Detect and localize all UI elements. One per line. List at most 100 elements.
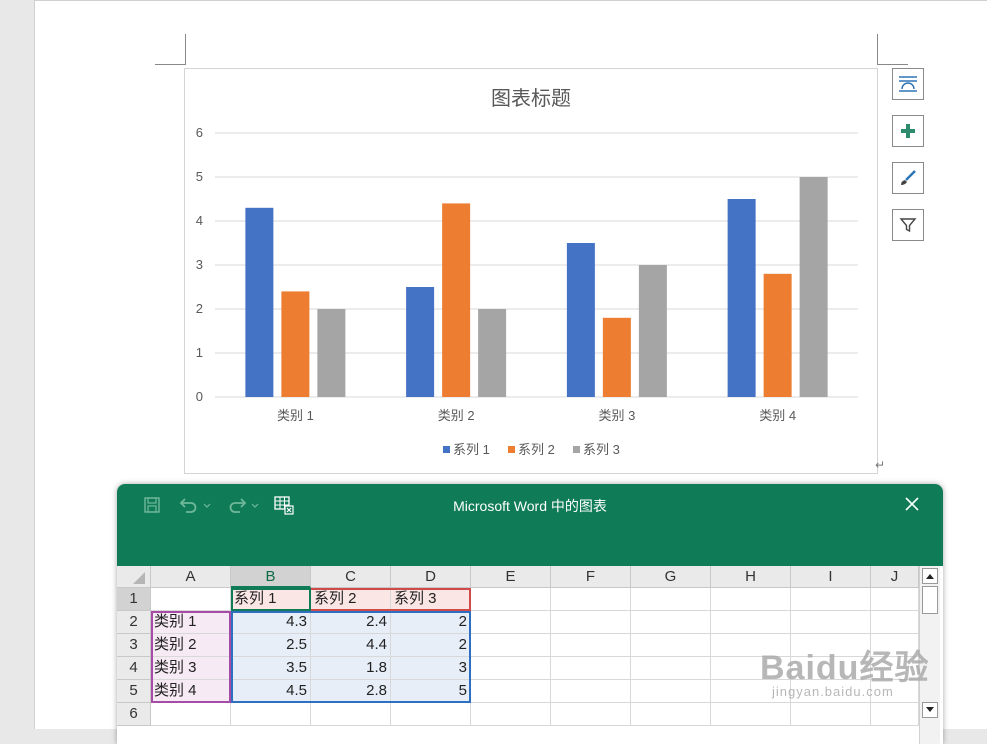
column-header-c[interactable]: C — [311, 566, 391, 588]
cell-e4[interactable] — [471, 657, 551, 680]
cell-d6[interactable] — [391, 703, 471, 726]
cell-d4[interactable]: 3 — [391, 657, 471, 680]
legend-entry: 系列 1 — [453, 442, 490, 457]
column-header-b[interactable]: B — [231, 566, 311, 588]
column-header-f[interactable]: F — [551, 566, 631, 588]
cell-f3[interactable] — [551, 634, 631, 657]
cell-a5[interactable]: 类别 4 — [151, 680, 231, 703]
column-header-j[interactable]: J — [871, 566, 919, 588]
select-all-corner[interactable] — [117, 566, 151, 588]
cell-b6[interactable] — [231, 703, 311, 726]
row-header-2[interactable]: 2 — [117, 611, 151, 634]
legend-swatch — [508, 446, 515, 453]
cell-g5[interactable] — [631, 680, 711, 703]
cell-f4[interactable] — [551, 657, 631, 680]
y-tick-label: 4 — [196, 213, 203, 228]
chart-elements-button[interactable] — [892, 115, 924, 147]
cell-e1[interactable] — [471, 588, 551, 611]
cell-b1[interactable]: 系列 1 — [231, 588, 311, 611]
y-tick-label: 6 — [196, 125, 203, 140]
cell-f1[interactable] — [551, 588, 631, 611]
bar-2-3 — [602, 317, 631, 397]
cell-b4[interactable]: 3.5 — [231, 657, 311, 680]
page-margin-corner-right — [877, 34, 908, 65]
cell-h2[interactable] — [711, 611, 791, 634]
cell-g4[interactable] — [631, 657, 711, 680]
cell-e5[interactable] — [471, 680, 551, 703]
paragraph-mark: ↵ — [875, 458, 886, 472]
cell-d5[interactable]: 5 — [391, 680, 471, 703]
row-header-3[interactable]: 3 — [117, 634, 151, 657]
chart-styles-button[interactable] — [892, 162, 924, 194]
close-button[interactable] — [897, 492, 927, 516]
row-header-5[interactable]: 5 — [117, 680, 151, 703]
cell-c5[interactable]: 2.8 — [311, 680, 391, 703]
layout-options-button[interactable] — [892, 68, 924, 100]
cell-a1[interactable] — [151, 588, 231, 611]
cell-c1[interactable]: 系列 2 — [311, 588, 391, 611]
cell-c3[interactable]: 4.4 — [311, 634, 391, 657]
cell-a6[interactable] — [151, 703, 231, 726]
row-header-6[interactable]: 6 — [117, 703, 151, 726]
bar-1-3 — [566, 243, 595, 397]
cell-f6[interactable] — [551, 703, 631, 726]
cell-d1[interactable]: 系列 3 — [391, 588, 471, 611]
cell-b2[interactable]: 4.3 — [231, 611, 311, 634]
legend-swatch — [443, 446, 450, 453]
bar-3-1 — [317, 309, 346, 397]
cell-a4[interactable]: 类别 3 — [151, 657, 231, 680]
close-icon — [905, 497, 919, 511]
chart-title: 图表标题 — [491, 87, 571, 110]
cell-a2[interactable]: 类别 1 — [151, 611, 231, 634]
scrollbar-thumb[interactable] — [922, 586, 938, 614]
legend-entry: 系列 3 — [583, 442, 620, 457]
cell-j2[interactable] — [871, 611, 919, 634]
cell-i2[interactable] — [791, 611, 871, 634]
cell-h1[interactable] — [711, 588, 791, 611]
cell-g6[interactable] — [631, 703, 711, 726]
embedded-chart[interactable]: 图表标题 0 1 2 3 4 5 6 类别 1 类别 2 类别 3 类别 4 系列 1 系列 2 系列 3 — [184, 68, 878, 474]
row-header-4[interactable]: 4 — [117, 657, 151, 680]
cell-e6[interactable] — [471, 703, 551, 726]
column-header-i[interactable]: I — [791, 566, 871, 588]
row-header-1[interactable]: 1 — [117, 588, 151, 611]
cell-j1[interactable] — [871, 588, 919, 611]
scroll-up-button[interactable] — [922, 568, 938, 584]
column-header-h[interactable]: H — [711, 566, 791, 588]
column-header-d[interactable]: D — [391, 566, 471, 588]
cell-c2[interactable]: 2.4 — [311, 611, 391, 634]
column-header-a[interactable]: A — [151, 566, 231, 588]
cell-i1[interactable] — [791, 588, 871, 611]
column-header-g[interactable]: G — [631, 566, 711, 588]
bar-2-1 — [281, 291, 310, 397]
layout-options-icon — [899, 76, 917, 92]
bar-2-2 — [442, 203, 471, 397]
cell-g1[interactable] — [631, 588, 711, 611]
cell-f2[interactable] — [551, 611, 631, 634]
select-all-icon — [133, 572, 145, 584]
cell-e2[interactable] — [471, 611, 551, 634]
cell-c4[interactable]: 1.8 — [311, 657, 391, 680]
page-margin-corner-left — [155, 34, 186, 65]
y-tick-label: 5 — [196, 169, 203, 184]
chart-canvas: 图表标题 0 1 2 3 4 5 6 类别 1 类别 2 类别 3 类别 4 系列 1 系列 2 系列 3 — [196, 87, 858, 457]
chart-filters-button[interactable] — [892, 209, 924, 241]
cell-c6[interactable] — [311, 703, 391, 726]
chart-styles-icon — [901, 170, 916, 185]
cell-f5[interactable] — [551, 680, 631, 703]
x-tick-label: 类别 3 — [598, 408, 635, 423]
watermark-url: jingyan.baidu.com — [772, 684, 894, 699]
cell-b3[interactable]: 2.5 — [231, 634, 311, 657]
x-tick-label: 类别 4 — [759, 408, 796, 423]
cell-d2[interactable]: 2 — [391, 611, 471, 634]
cell-e3[interactable] — [471, 634, 551, 657]
cell-g2[interactable] — [631, 611, 711, 634]
legend-swatch — [573, 446, 580, 453]
cell-a3[interactable]: 类别 2 — [151, 634, 231, 657]
cell-d3[interactable]: 2 — [391, 634, 471, 657]
cell-b5[interactable]: 4.5 — [231, 680, 311, 703]
bar-1-1 — [245, 207, 274, 397]
cell-g3[interactable] — [631, 634, 711, 657]
y-tick-label: 2 — [196, 301, 203, 316]
column-header-e[interactable]: E — [471, 566, 551, 588]
